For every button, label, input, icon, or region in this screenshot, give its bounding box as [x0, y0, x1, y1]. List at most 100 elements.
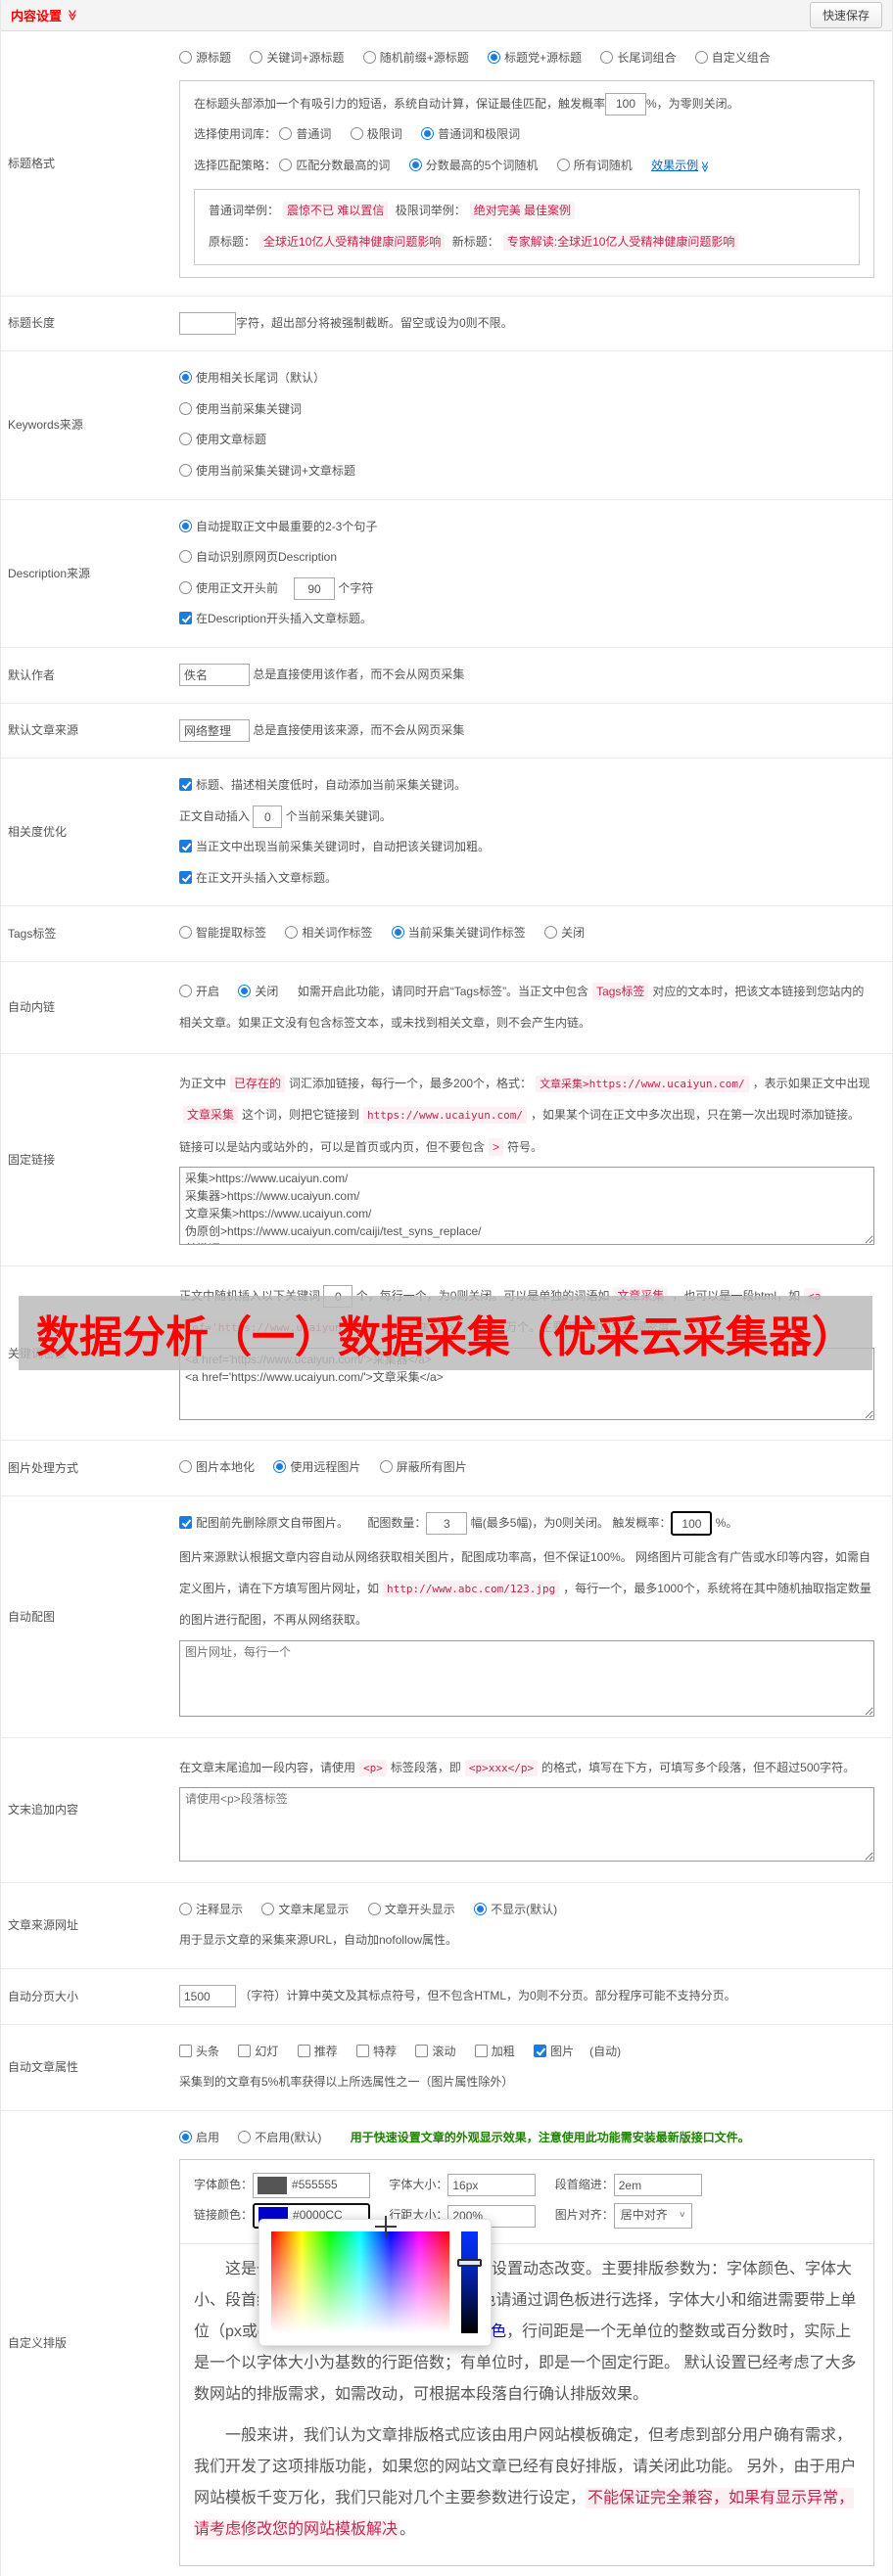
checkbox-attr-headline[interactable]: 头条: [179, 2044, 220, 2058]
radio-innerlink-off[interactable]: 关闭: [238, 985, 278, 998]
radio-icon: [179, 433, 192, 446]
radio-url-comment[interactable]: 注释显示: [179, 1902, 244, 1916]
radio-current-keywords[interactable]: 使用当前采集关键词: [179, 401, 302, 416]
color-picker-value-bar[interactable]: [461, 2231, 478, 2334]
page-title[interactable]: 内容设置 ≫: [11, 6, 77, 24]
radio-icon: [179, 1460, 192, 1474]
radio-icon: [179, 51, 192, 64]
radio-icon: [279, 158, 293, 171]
radio-icon: [250, 51, 263, 64]
radio-extract-sentences[interactable]: 自动提取正文中最重要的2-3个句子: [179, 519, 377, 533]
radio-icon: [179, 401, 192, 415]
title-length-input[interactable]: [179, 311, 236, 335]
radio-url-footer[interactable]: 文章末尾显示: [261, 1902, 349, 1916]
radio-icon: [279, 127, 293, 141]
font-color-swatch: [258, 2176, 288, 2194]
radio-label: 关键词+源标题: [266, 51, 345, 65]
radio-both-words[interactable]: 普通词和极限词: [421, 127, 520, 141]
hl-p-format: <p>xxx</p>: [464, 1759, 539, 1776]
checkbox-icon: [415, 2044, 429, 2057]
radio-longtail-combo[interactable]: 长尾词组合: [600, 51, 676, 65]
checkbox-attr-slide[interactable]: 幻灯: [238, 2044, 278, 2058]
image-count-input[interactable]: [426, 1512, 468, 1536]
checkbox-label: 头条: [196, 2044, 220, 2058]
checkbox-attr-recommend[interactable]: 推荐: [297, 2044, 338, 2058]
color-picker-slider-handle[interactable]: [457, 2259, 482, 2268]
radio-current-keyword-tags[interactable]: 当前采集关键词作标签: [391, 926, 526, 940]
radio-label: 关闭: [255, 985, 279, 999]
radio-custom-combo[interactable]: 自定义组合: [694, 51, 771, 65]
image-align-select[interactable]: 居中对齐 ˅: [613, 2203, 692, 2230]
probability-input[interactable]: [605, 92, 647, 115]
font-size-input[interactable]: [447, 2174, 537, 2197]
radio-tags-off[interactable]: 关闭: [544, 926, 585, 940]
radio-top5-random[interactable]: 分数最高的5个词随机: [408, 158, 538, 172]
content-settings-page: 内容设置 ≫ 快速保存 标题格式 源标题 关键词+源标题 随机前缀+源标题 标题…: [0, 0, 893, 2576]
radio-innerlink-on[interactable]: 开启: [179, 985, 219, 998]
checkbox-attr-image[interactable]: 图片: [534, 2044, 574, 2058]
radio-extreme-words[interactable]: 极限词: [350, 127, 402, 141]
quick-save-button[interactable]: 快速保存: [809, 2, 882, 28]
font-color-input[interactable]: #555555: [253, 2172, 371, 2198]
radio-smart-tags[interactable]: 智能提取标签: [179, 926, 266, 940]
checkbox-attr-scroll[interactable]: 滚动: [415, 2044, 455, 2058]
radio-article-title[interactable]: 使用文章标题: [179, 433, 266, 446]
checkbox-attr-special[interactable]: 特荐: [356, 2044, 397, 2058]
radio-first-chars[interactable]: 使用正文开头前: [179, 580, 278, 595]
radio-related-longtail[interactable]: 使用相关长尾词（默认）: [179, 371, 325, 385]
paging-size-input[interactable]: [179, 1985, 236, 2008]
checkbox-remove-original-images[interactable]: 配图前先删除原文自带图片。: [179, 1515, 349, 1530]
radio-best-score[interactable]: 匹配分数最高的词: [279, 158, 390, 172]
radio-prefix-source-title[interactable]: 随机前缀+源标题: [362, 51, 469, 65]
checkbox-icon: [238, 2044, 252, 2057]
image-count-tail: 幅(最多5幅)，为0则关闭。: [470, 1515, 610, 1530]
radio-related-word-tags[interactable]: 相关词作标签: [285, 926, 372, 940]
radio-icon: [350, 127, 363, 141]
keyword-count-input[interactable]: [323, 1285, 353, 1309]
append-content-textarea[interactable]: [179, 1786, 874, 1862]
color-picker-gradient[interactable]: [271, 2231, 449, 2334]
radio-image-remote[interactable]: 使用远程图片: [273, 1460, 360, 1474]
keyword-density-textarea[interactable]: <a href='https://www.ucaiyun.com/'>采集器</…: [179, 1347, 874, 1420]
radio-typeset-disable[interactable]: 不启用(默认): [238, 2130, 321, 2144]
radio-keywords-plus-title[interactable]: 使用当前采集关键词+文章标题: [179, 463, 355, 478]
radio-source-title[interactable]: 源标题: [179, 51, 231, 65]
row-label: 关键词密度: [8, 1346, 68, 1360]
checkbox-icon: [474, 2044, 488, 2057]
desc-chars-input[interactable]: [294, 577, 336, 601]
checkbox-insert-title-body[interactable]: 在正文开头插入文章标题。: [179, 870, 337, 885]
row-typesetting: 自定义排版 启用 不启用(默认) 用于快速设置文章的外观显示效果，注意使用此功能…: [1, 2111, 892, 2576]
auto-image-textarea[interactable]: [179, 1639, 874, 1717]
fixed-links-textarea[interactable]: 采集>https://www.ucaiyun.com/ 采集器>https://…: [179, 1167, 874, 1246]
checkbox-insert-title-desc[interactable]: 在Description开头插入文章标题。: [179, 612, 372, 625]
radio-image-block[interactable]: 屏蔽所有图片: [379, 1460, 467, 1474]
default-source-input[interactable]: [179, 718, 250, 742]
radio-icon: [694, 51, 708, 64]
insert-count-input[interactable]: [253, 805, 283, 829]
radio-all-random[interactable]: 所有词随机: [556, 158, 633, 172]
radio-keyword-source-title[interactable]: 关键词+源标题: [250, 51, 344, 65]
radio-url-header[interactable]: 文章开头显示: [367, 1902, 455, 1916]
radio-clickbait-source-title[interactable]: 标题党+源标题: [488, 51, 582, 65]
default-author-input[interactable]: [179, 664, 250, 687]
example-box: 普通词举例： 震惊不已 难以置信 极限词举例： 绝对完美 最佳案例 原标题： 全球近1…: [194, 189, 860, 265]
indent-input[interactable]: [613, 2174, 702, 2197]
row-label: Keywords来源: [8, 418, 83, 433]
image-prob-input[interactable]: [671, 1511, 713, 1537]
radio-page-description[interactable]: 自动识别原网页Description: [179, 550, 337, 564]
radio-image-localize[interactable]: 图片本地化: [179, 1460, 255, 1474]
checkbox-bold-keywords[interactable]: 当正文中出现当前采集关键词时，自动把该关键词加粗。: [179, 840, 490, 853]
image-prob-tail: %。: [715, 1515, 738, 1530]
radio-typeset-enable[interactable]: 启用: [179, 2130, 219, 2144]
checkbox-add-keywords-low-relevance[interactable]: 标题、描述相关度低时，自动添加当前采集关键词。: [179, 778, 466, 792]
link-color-label: 链接颜色：: [194, 2208, 254, 2223]
insert-count-desc: 正文自动插入: [179, 808, 251, 823]
radio-label: 自定义组合: [711, 51, 771, 65]
checkbox-attr-bold[interactable]: 加粗: [474, 2044, 515, 2058]
radio-normal-words[interactable]: 普通词: [279, 127, 331, 141]
radio-label: 注释显示: [196, 1902, 244, 1916]
radio-icon: [179, 463, 192, 477]
probability-desc: 在标题头部添加一个有吸引力的短语，系统自动计算，保证最佳匹配，触发概率: [194, 96, 606, 111]
example-link[interactable]: 效果示例≫: [651, 159, 710, 172]
radio-url-hidden[interactable]: 不显示(默认): [474, 1902, 557, 1916]
